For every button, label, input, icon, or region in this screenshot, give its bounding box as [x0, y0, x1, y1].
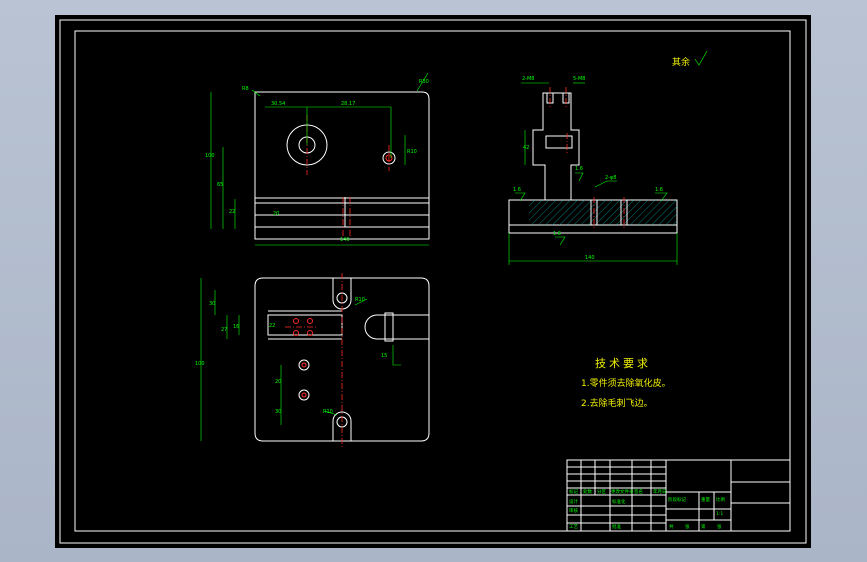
tech-req-item-1: 1.零件须去除氧化皮。	[581, 377, 671, 389]
svg-text:签名: 签名	[634, 488, 643, 495]
svg-text:审核: 审核	[569, 507, 578, 514]
svg-text:比例: 比例	[716, 496, 725, 503]
svg-text:R30: R30	[419, 79, 429, 85]
svg-text:R8: R8	[242, 86, 249, 92]
svg-text:20: 20	[273, 211, 279, 217]
outer-frame	[59, 19, 807, 544]
section-view: 2-M8 5-M8 42 1.6 2-φ8 1.6 1.6 140 1.6	[508, 76, 678, 265]
svg-text:标准化: 标准化	[612, 498, 626, 505]
svg-text:22: 22	[269, 323, 275, 329]
svg-text:阶段标记: 阶段标记	[668, 496, 686, 503]
svg-text:22: 22	[229, 209, 235, 215]
svg-text:1:1: 1:1	[716, 511, 723, 517]
svg-text:1.6: 1.6	[575, 166, 583, 172]
plan-view: 100 30 27 16 20 30 R10 R10 15 22	[195, 273, 430, 447]
svg-text:年月日: 年月日	[653, 488, 667, 495]
svg-text:30.54: 30.54	[271, 101, 285, 107]
svg-text:批准: 批准	[612, 523, 621, 530]
svg-text:重量: 重量	[701, 496, 710, 503]
svg-text:2-M8: 2-M8	[522, 76, 534, 82]
svg-text:处数: 处数	[583, 488, 592, 495]
tech-req-item-2: 2.去除毛刺飞边。	[581, 397, 653, 409]
svg-text:共: 共	[669, 523, 674, 530]
technical-requirements: 技术要求 1.零件须去除氧化皮。 2.去除毛刺飞边。	[581, 357, 671, 409]
svg-text:30: 30	[275, 409, 281, 415]
svg-text:张: 张	[685, 523, 690, 530]
tech-req-title: 技术要求	[595, 357, 651, 370]
svg-text:140: 140	[340, 237, 350, 243]
svg-text:100: 100	[195, 361, 205, 367]
svg-text:28.17: 28.17	[341, 101, 355, 107]
svg-text:2-φ8: 2-φ8	[605, 175, 616, 181]
svg-text:第: 第	[701, 523, 706, 530]
svg-text:R10: R10	[407, 149, 417, 155]
title-block: 标记 处数 分区 更改文件号 签名 年月日 设计 审核 工艺 标准化 阶段标记 …	[566, 459, 791, 532]
svg-text:1.6: 1.6	[513, 187, 521, 193]
drawing-sheet: 其余 R8 30.54 28.17 100 65 22 20 140 R10 R…	[55, 15, 811, 548]
svg-text:42: 42	[523, 145, 529, 151]
front-view: R8 30.54 28.17 100 65 22 20 140 R10 R30	[205, 72, 430, 246]
svg-text:R10: R10	[355, 297, 365, 303]
svg-text:R10: R10	[323, 409, 333, 415]
svg-text:1.6: 1.6	[553, 231, 561, 237]
cad-canvas: 其余 R8 30.54 28.17 100 65 22 20 140 R10 R…	[59, 19, 807, 544]
svg-text:分区: 分区	[597, 488, 606, 495]
svg-text:5-M8: 5-M8	[573, 76, 585, 82]
svg-text:15: 15	[381, 353, 387, 359]
svg-text:16: 16	[233, 324, 239, 330]
svg-text:张: 张	[717, 523, 722, 530]
roughness-symbol	[694, 50, 708, 66]
svg-text:标记: 标记	[569, 488, 578, 495]
svg-text:140: 140	[585, 255, 595, 261]
svg-text:工艺: 工艺	[569, 524, 578, 530]
inner-frame	[74, 30, 791, 532]
svg-text:更改文件号: 更改文件号	[611, 488, 634, 495]
svg-text:100: 100	[205, 153, 215, 159]
svg-text:30: 30	[209, 301, 215, 307]
svg-text:65: 65	[217, 182, 223, 188]
svg-text:1.6: 1.6	[655, 187, 663, 193]
roughness-note: 其余	[672, 56, 690, 68]
svg-text:20: 20	[275, 379, 281, 385]
svg-text:27: 27	[221, 327, 227, 333]
svg-text:设计: 设计	[569, 498, 578, 505]
